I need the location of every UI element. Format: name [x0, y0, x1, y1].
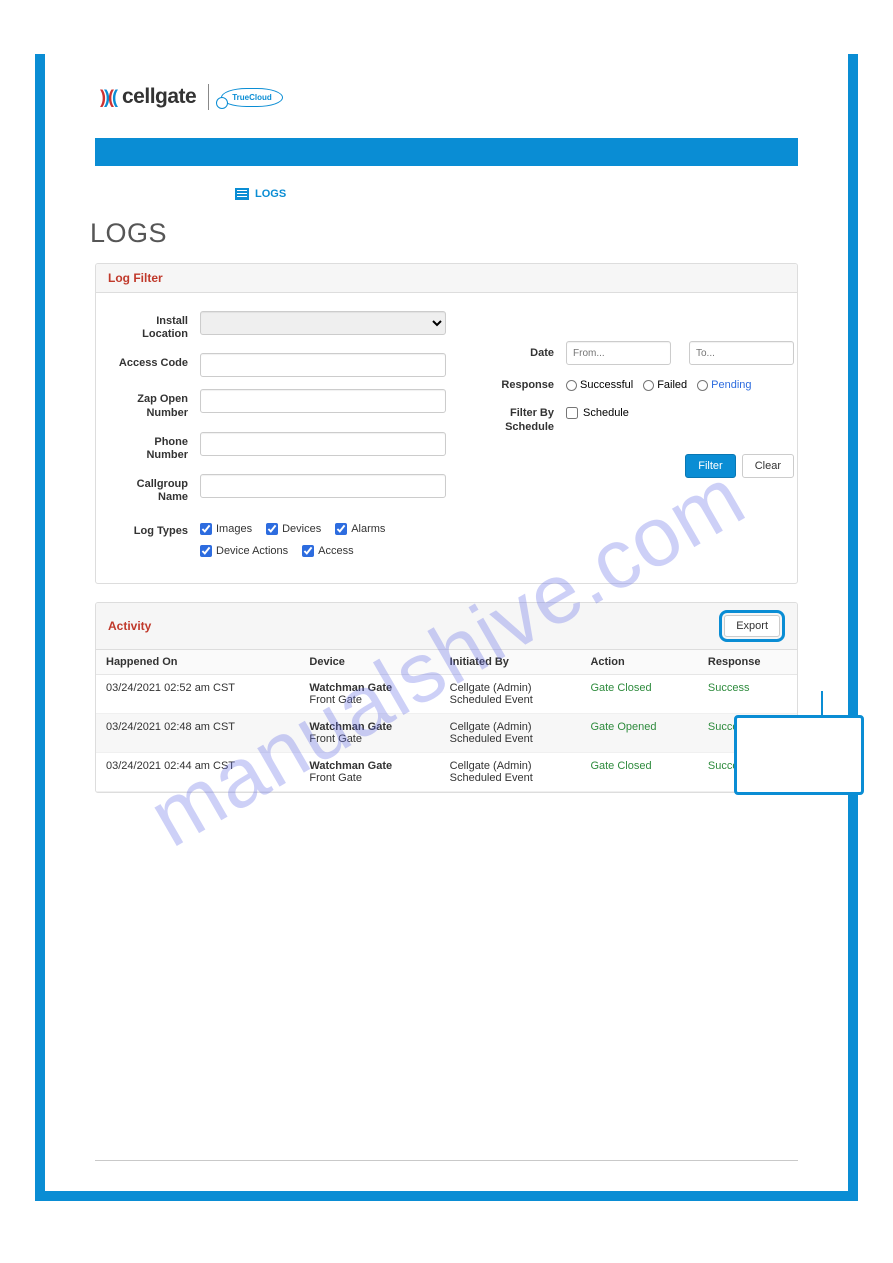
activity-panel: Activity Export Happened On Device Initi… — [95, 602, 798, 793]
phone-number-label: Phone Number — [116, 432, 200, 462]
cell-time: 03/24/2021 02:48 am CST — [96, 713, 299, 752]
activity-table: Happened On Device Initiated By Action R… — [96, 650, 797, 792]
cell-action: Gate Opened — [580, 713, 697, 752]
cell-initiated-by: Cellgate (Admin)Scheduled Event — [440, 713, 581, 752]
date-to-input[interactable] — [689, 341, 794, 365]
logtype-access-label: Access — [318, 545, 353, 557]
zap-open-input[interactable] — [200, 389, 446, 413]
breadcrumb[interactable]: LOGS — [235, 188, 798, 200]
cell-initiated-by: Cellgate (Admin)Scheduled Event — [440, 752, 581, 791]
date-from-input[interactable] — [566, 341, 671, 365]
callgroup-input[interactable] — [200, 474, 446, 498]
table-row: 03/24/2021 02:44 am CST Watchman GateFro… — [96, 752, 797, 791]
callout-connector — [821, 691, 823, 717]
filterby-schedule-label: Filter By Schedule — [496, 405, 566, 435]
cell-response: Success — [698, 674, 797, 713]
cell-action: Gate Closed — [580, 752, 697, 791]
page-title: LOGS — [90, 218, 798, 249]
col-device: Device — [299, 650, 439, 675]
schedule-checkbox[interactable] — [566, 407, 578, 419]
clear-button[interactable]: Clear — [742, 454, 794, 478]
cell-action: Gate Closed — [580, 674, 697, 713]
export-highlight: Export — [719, 610, 785, 642]
install-location-label: Install Location — [116, 311, 200, 341]
table-header-row: Happened On Device Initiated By Action R… — [96, 650, 797, 675]
activity-header: Activity Export — [96, 603, 797, 650]
logtype-access-checkbox[interactable] — [302, 545, 314, 557]
logtype-alarms-checkbox[interactable] — [335, 523, 347, 535]
table-row: 03/24/2021 02:52 am CST Watchman GateFro… — [96, 674, 797, 713]
truecloud-badge-icon: TrueCloud — [221, 88, 283, 107]
cell-device: Watchman GateFront Gate — [299, 713, 439, 752]
logtype-deviceactions-checkbox[interactable] — [200, 545, 212, 557]
brand-text: cellgate — [122, 85, 196, 109]
response-pending-radio[interactable] — [697, 380, 708, 391]
callgroup-label: Callgroup Name — [116, 474, 200, 504]
export-button[interactable]: Export — [724, 615, 780, 637]
zap-open-label: Zap Open Number — [116, 389, 200, 419]
response-successful-radio[interactable] — [566, 380, 577, 391]
response-label: Response — [496, 377, 566, 393]
topbar — [95, 138, 798, 166]
filter-button[interactable]: Filter — [685, 454, 735, 478]
cell-initiated-by: Cellgate (Admin)Scheduled Event — [440, 674, 581, 713]
callout-box — [734, 715, 864, 795]
col-happened-on: Happened On — [96, 650, 299, 675]
access-code-input[interactable] — [200, 353, 446, 377]
logtype-deviceactions-label: Device Actions — [216, 545, 288, 557]
cellgate-logo: ))(( cellgate — [100, 85, 196, 109]
log-filter-panel: Log Filter Install Location Access Code … — [95, 263, 798, 584]
bottom-divider — [95, 1160, 798, 1161]
table-row: 03/24/2021 02:48 am CST Watchman GateFro… — [96, 713, 797, 752]
log-types-label: Log Types — [116, 521, 200, 538]
logtype-devices-label: Devices — [282, 523, 321, 535]
col-action: Action — [580, 650, 697, 675]
response-failed-label: Failed — [657, 379, 687, 391]
page-frame: ))(( cellgate TrueCloud LOGS LOGS Log Fi… — [35, 54, 858, 1201]
activity-title: Activity — [108, 619, 151, 633]
access-code-label: Access Code — [116, 353, 200, 370]
logo-row: ))(( cellgate TrueCloud — [100, 84, 798, 110]
date-label: Date — [496, 347, 566, 359]
cell-time: 03/24/2021 02:44 am CST — [96, 752, 299, 791]
log-filter-body: Install Location Access Code Zap Open Nu… — [96, 293, 797, 583]
list-icon — [235, 188, 249, 200]
phone-number-input[interactable] — [200, 432, 446, 456]
install-location-select[interactable] — [200, 311, 446, 335]
cell-device: Watchman GateFront Gate — [299, 752, 439, 791]
logtype-alarms-label: Alarms — [351, 523, 385, 535]
cell-time: 03/24/2021 02:52 am CST — [96, 674, 299, 713]
cellgate-mark-icon: ))(( — [100, 87, 116, 108]
col-initiated-by: Initiated By — [440, 650, 581, 675]
logtype-images-label: Images — [216, 523, 252, 535]
breadcrumb-label: LOGS — [255, 188, 286, 200]
logtype-devices-checkbox[interactable] — [266, 523, 278, 535]
logo-divider — [208, 84, 209, 110]
schedule-option-label: Schedule — [583, 407, 629, 419]
cell-device: Watchman GateFront Gate — [299, 674, 439, 713]
col-response: Response — [698, 650, 797, 675]
logtype-images-checkbox[interactable] — [200, 523, 212, 535]
response-pending-label: Pending — [711, 379, 751, 391]
response-successful-label: Successful — [580, 379, 633, 391]
response-failed-radio[interactable] — [643, 380, 654, 391]
log-filter-header: Log Filter — [96, 264, 797, 293]
